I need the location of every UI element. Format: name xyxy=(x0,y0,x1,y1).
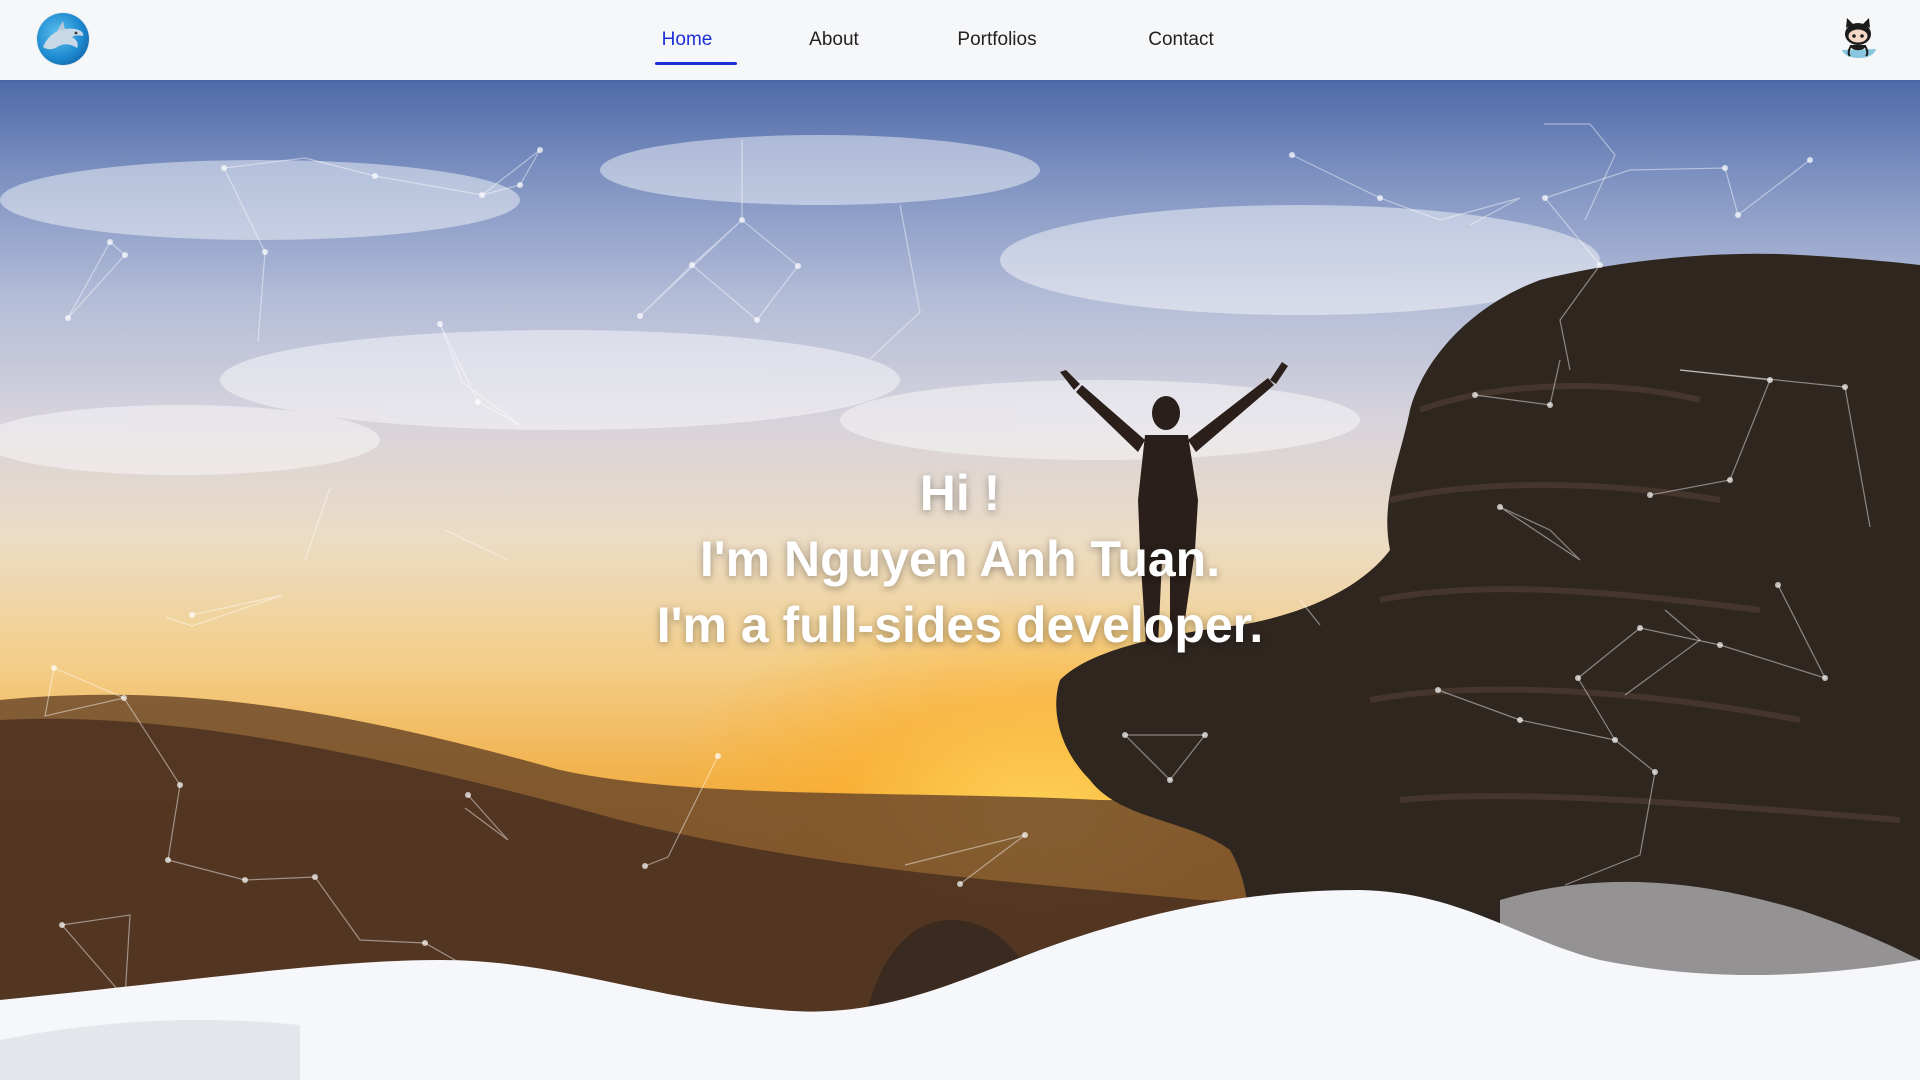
hero-name: I'm Nguyen Anh Tuan. xyxy=(699,531,1221,587)
nav-portfolios[interactable]: Portfolios xyxy=(932,0,1062,80)
nav-about[interactable]: About xyxy=(787,0,881,80)
github-icon[interactable] xyxy=(1838,16,1878,60)
nav-contact[interactable]: Contact xyxy=(1124,0,1238,80)
nav-home[interactable]: Home xyxy=(640,0,737,80)
main-nav: Home About Portfolios Contact xyxy=(640,0,1238,80)
hero-role: I'm a full-sides developer. xyxy=(656,597,1264,653)
hero-banner: Hi ! I'm Nguyen Anh Tuan. I'm a full-sid… xyxy=(0,80,1920,1080)
hero-greeting: Hi ! xyxy=(919,465,1001,521)
hero-intro: Hi ! I'm Nguyen Anh Tuan. I'm a full-sid… xyxy=(0,460,1920,658)
top-navbar: Home About Portfolios Contact xyxy=(0,0,1920,80)
dolphin-logo-icon[interactable] xyxy=(37,13,89,65)
